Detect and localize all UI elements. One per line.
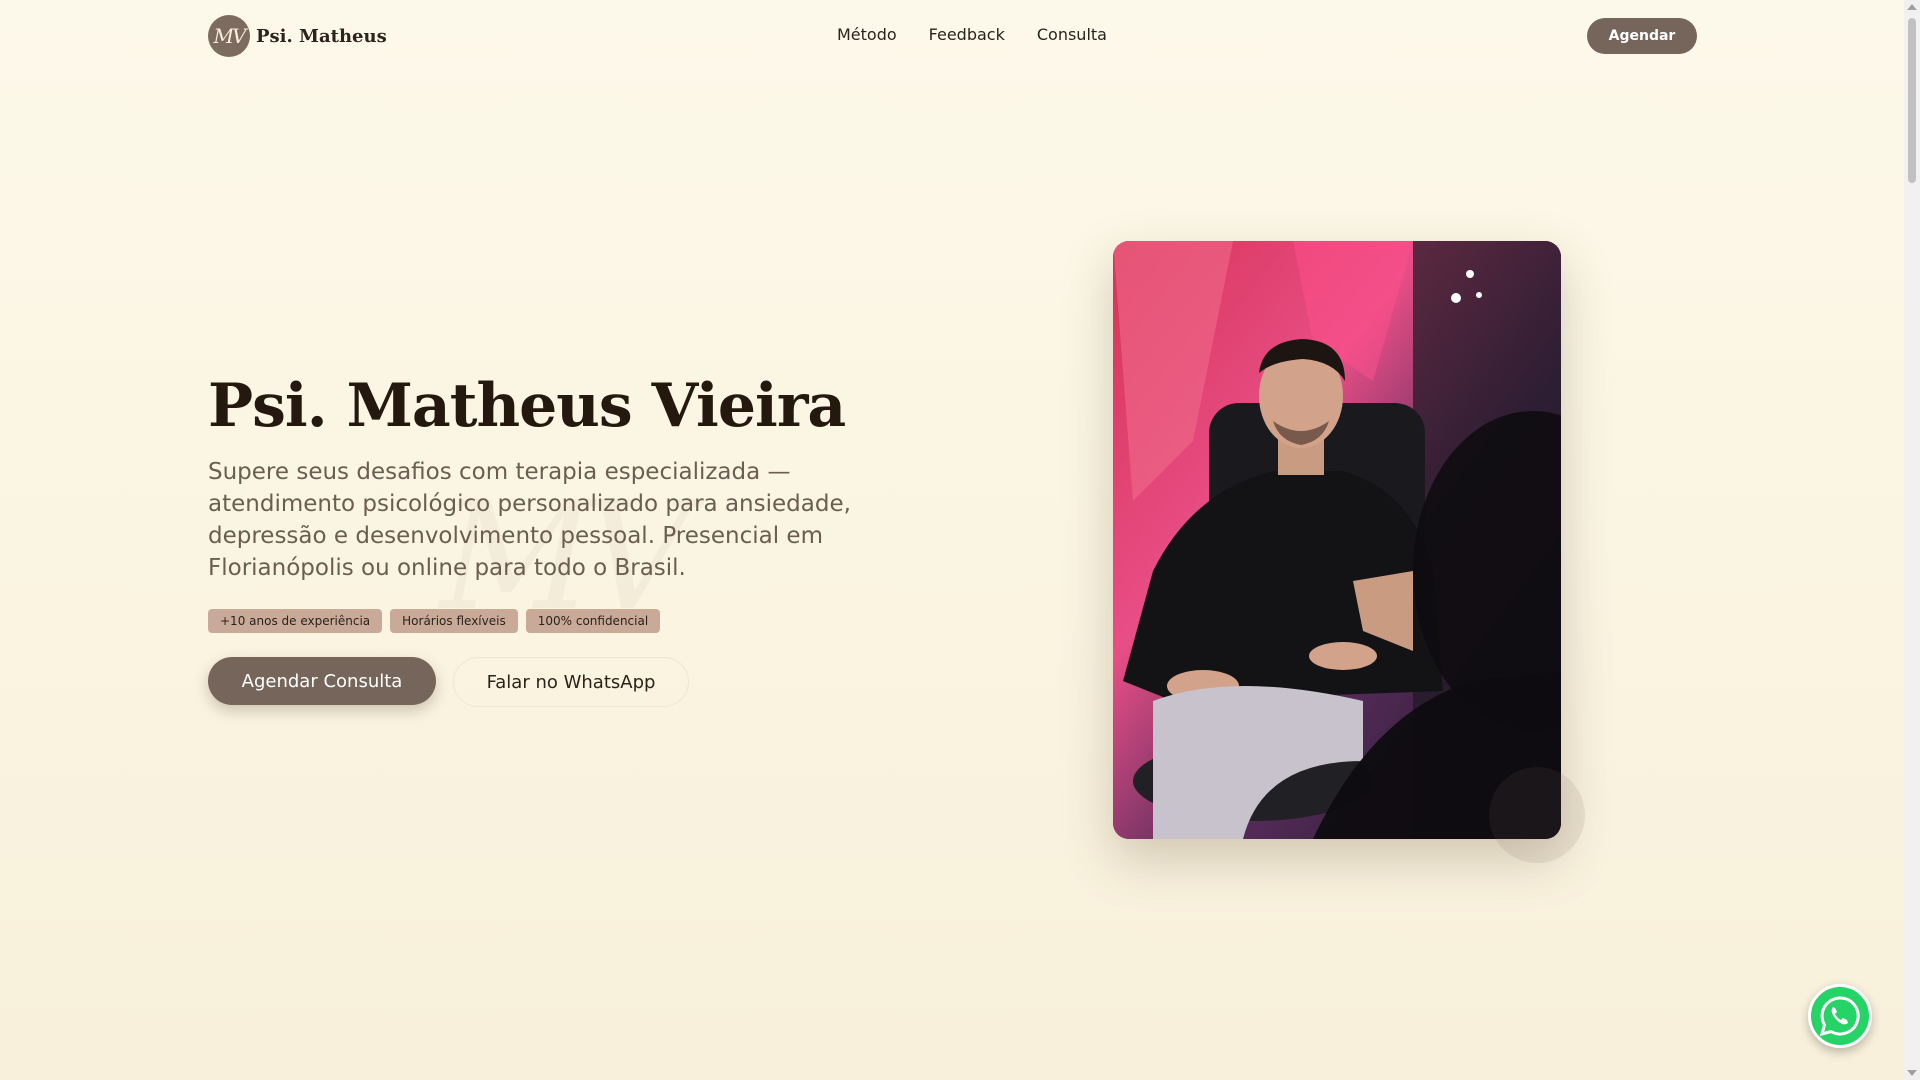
header-schedule-button[interactable]: Agendar xyxy=(1587,18,1697,54)
whatsapp-float-button[interactable] xyxy=(1808,984,1872,1048)
scroll-down-arrow-icon[interactable] xyxy=(1907,1070,1917,1076)
hero-title: Psi. Matheus Vieira xyxy=(208,371,846,441)
nav-link-feedback[interactable]: Feedback xyxy=(929,25,1005,44)
tag-confidential: 100% confidencial xyxy=(525,609,661,633)
nav-link-consulta[interactable]: Consulta xyxy=(1037,25,1107,44)
page: MV Psi. Matheus Método Feedback Consulta… xyxy=(0,0,1920,1080)
scroll-up-arrow-icon[interactable] xyxy=(1907,4,1917,10)
hero-subtitle: Supere seus desafios com terapia especia… xyxy=(208,459,851,581)
logo-text: Psi. Matheus xyxy=(256,25,387,47)
scrollbar-thumb[interactable] xyxy=(1908,18,1916,183)
page-scrollbar[interactable] xyxy=(1904,0,1920,1080)
hero-tags: +10 anos de experiência Horários flexíve… xyxy=(208,609,661,633)
hero-photo xyxy=(1113,241,1561,839)
whatsapp-icon xyxy=(1819,996,1860,1037)
whatsapp-contact-button[interactable]: Falar no WhatsApp xyxy=(453,657,689,707)
schedule-consultation-button[interactable]: Agendar Consulta xyxy=(208,657,436,705)
portrait-image xyxy=(1113,241,1561,839)
decorative-circle xyxy=(1489,767,1585,863)
tag-experience: +10 anos de experiência xyxy=(208,609,383,633)
logo-link[interactable]: MV Psi. Matheus xyxy=(208,15,387,57)
main-nav: Método Feedback Consulta xyxy=(837,25,1107,44)
nav-link-metodo[interactable]: Método xyxy=(837,25,897,44)
tag-flexible-hours: Horários flexíveis xyxy=(390,609,518,633)
logo-mark: MV xyxy=(208,15,250,57)
site-header: MV Psi. Matheus Método Feedback Consulta… xyxy=(0,0,1900,72)
